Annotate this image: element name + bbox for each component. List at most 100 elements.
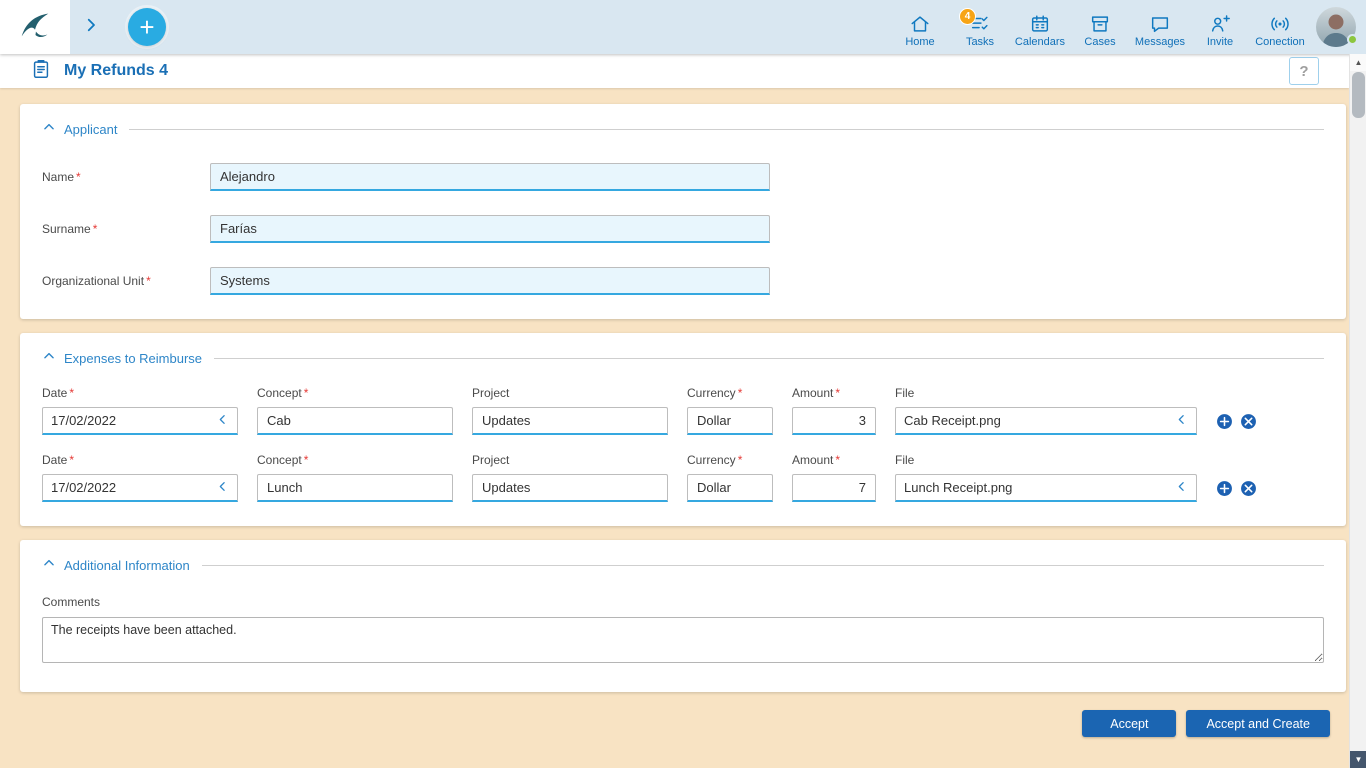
scrollbar-thumb[interactable] (1352, 72, 1365, 118)
file-label: File (895, 386, 915, 400)
project-label: Project (472, 386, 510, 400)
add-row-icon[interactable] (1216, 480, 1233, 497)
home-icon (909, 13, 931, 35)
date-value: 17/02/2022 (51, 480, 117, 495)
chevron-left-icon (1175, 480, 1188, 496)
amount-label: Amount * (792, 453, 841, 467)
additional-collapse-button[interactable] (42, 556, 56, 575)
nav-messages-label: Messages (1134, 35, 1186, 48)
nav-cases-label: Cases (1084, 35, 1116, 48)
file-value: Cab Receipt.png (904, 413, 1001, 428)
required-mark: * (92, 222, 98, 236)
chevron-right-icon (82, 16, 100, 39)
nav-home[interactable]: Home (890, 13, 950, 48)
nav-invite-label: Invite (1206, 35, 1234, 48)
nav-calendars[interactable]: Calendars (1010, 13, 1070, 48)
section-divider (214, 358, 1324, 359)
expenses-section: Expenses to Reimburse Date * Concept * Pro… (20, 333, 1346, 526)
currency-input[interactable] (687, 407, 773, 435)
currency-input[interactable] (687, 474, 773, 502)
nav-tasks-label: Tasks (965, 35, 995, 48)
comments-label: Comments (42, 595, 101, 609)
expense-row: Date * Concept * Project Currency * Amount *… (42, 386, 1324, 435)
delete-row-icon[interactable] (1240, 480, 1257, 497)
organizational-unit-label: Organizational Unit * (42, 274, 151, 288)
date-picker[interactable]: 17/02/2022 (42, 474, 238, 502)
date-label: Date * (42, 386, 75, 400)
form-content: Applicant Name* Surname* Organizational … (0, 88, 1349, 768)
file-picker[interactable]: Cab Receipt.png (895, 407, 1197, 435)
user-menu[interactable] (1316, 7, 1358, 47)
chevron-left-icon (216, 413, 229, 429)
nav-connection[interactable]: Conection (1250, 13, 1310, 48)
top-navigation: Home 4 Tasks Calendars Cases Messages In… (890, 7, 1310, 48)
concept-input[interactable] (257, 407, 453, 435)
delete-row-icon[interactable] (1240, 413, 1257, 430)
project-input[interactable] (472, 474, 668, 502)
currency-label: Currency * (687, 386, 743, 400)
section-divider (129, 129, 1324, 130)
expenses-section-title: Expenses to Reimburse (64, 351, 203, 366)
chevron-up-icon (42, 556, 56, 575)
concept-input[interactable] (257, 474, 453, 502)
date-picker[interactable]: 17/02/2022 (42, 407, 238, 435)
scroll-down-arrow[interactable]: ▼ (1350, 751, 1366, 768)
name-field-row: Name * (42, 163, 1324, 191)
nav-cases[interactable]: Cases (1070, 13, 1130, 48)
surname-field-row: Surname * (42, 215, 1324, 243)
file-picker[interactable]: Lunch Receipt.png (895, 474, 1197, 502)
app-logo[interactable] (0, 0, 70, 54)
message-icon (1149, 13, 1171, 35)
tasks-badge: 4 (960, 8, 975, 24)
date-label: Date * (42, 453, 75, 467)
additional-section-title: Additional Information (64, 558, 190, 573)
surname-input[interactable] (210, 215, 770, 243)
name-label: Name * (42, 170, 81, 184)
date-value: 17/02/2022 (51, 413, 117, 428)
new-case-button[interactable]: + (128, 8, 166, 46)
vertical-scrollbar[interactable]: ▲ ▼ (1349, 54, 1366, 768)
nav-home-label: Home (905, 35, 935, 48)
comments-textarea[interactable]: The receipts have been attached. (42, 617, 1324, 663)
help-button[interactable]: ? (1289, 57, 1319, 85)
nav-tasks[interactable]: 4 Tasks (950, 8, 1010, 48)
surname-label: Surname * (42, 222, 98, 236)
file-label: File (895, 453, 915, 467)
expenses-collapse-button[interactable] (42, 349, 56, 368)
sidebar-expand-button[interactable] (76, 12, 106, 42)
amount-input[interactable] (792, 407, 876, 435)
accept-button[interactable]: Accept (1082, 710, 1177, 737)
applicant-section: Applicant Name* Surname* Organizational … (20, 104, 1346, 319)
chevron-up-icon (42, 349, 56, 368)
cases-icon (1089, 13, 1111, 35)
concept-label: Concept * (257, 386, 309, 400)
calendar-icon (1029, 13, 1051, 35)
form-actions: Accept Accept and Create (20, 710, 1346, 737)
name-input[interactable] (210, 163, 770, 191)
organizational-unit-input[interactable] (210, 267, 770, 295)
invite-user-icon (1209, 13, 1231, 35)
chevron-left-icon (216, 480, 229, 496)
nav-connection-label: Conection (1255, 35, 1305, 48)
scroll-up-arrow[interactable]: ▲ (1350, 54, 1366, 71)
expense-row: Date * Concept * Project Currency * Amount *… (42, 453, 1324, 502)
applicant-collapse-button[interactable] (42, 120, 56, 139)
nav-messages[interactable]: Messages (1130, 13, 1190, 48)
required-mark: * (76, 170, 81, 184)
add-row-icon[interactable] (1216, 413, 1233, 430)
organizational-unit-field-row: Organizational Unit * (42, 267, 1324, 295)
connection-icon (1269, 13, 1291, 35)
nav-invite[interactable]: Invite (1190, 13, 1250, 48)
online-status-dot (1347, 34, 1358, 45)
project-label: Project (472, 453, 510, 467)
file-value: Lunch Receipt.png (904, 480, 1013, 495)
section-divider (201, 565, 1324, 566)
chevron-up-icon (42, 120, 56, 139)
accept-and-create-button[interactable]: Accept and Create (1186, 710, 1330, 737)
amount-input[interactable] (792, 474, 876, 502)
concept-label: Concept * (257, 453, 309, 467)
project-input[interactable] (472, 407, 668, 435)
required-mark: * (146, 274, 151, 288)
currency-label: Currency * (687, 453, 743, 467)
page-title: My Refunds 4 (64, 62, 169, 79)
